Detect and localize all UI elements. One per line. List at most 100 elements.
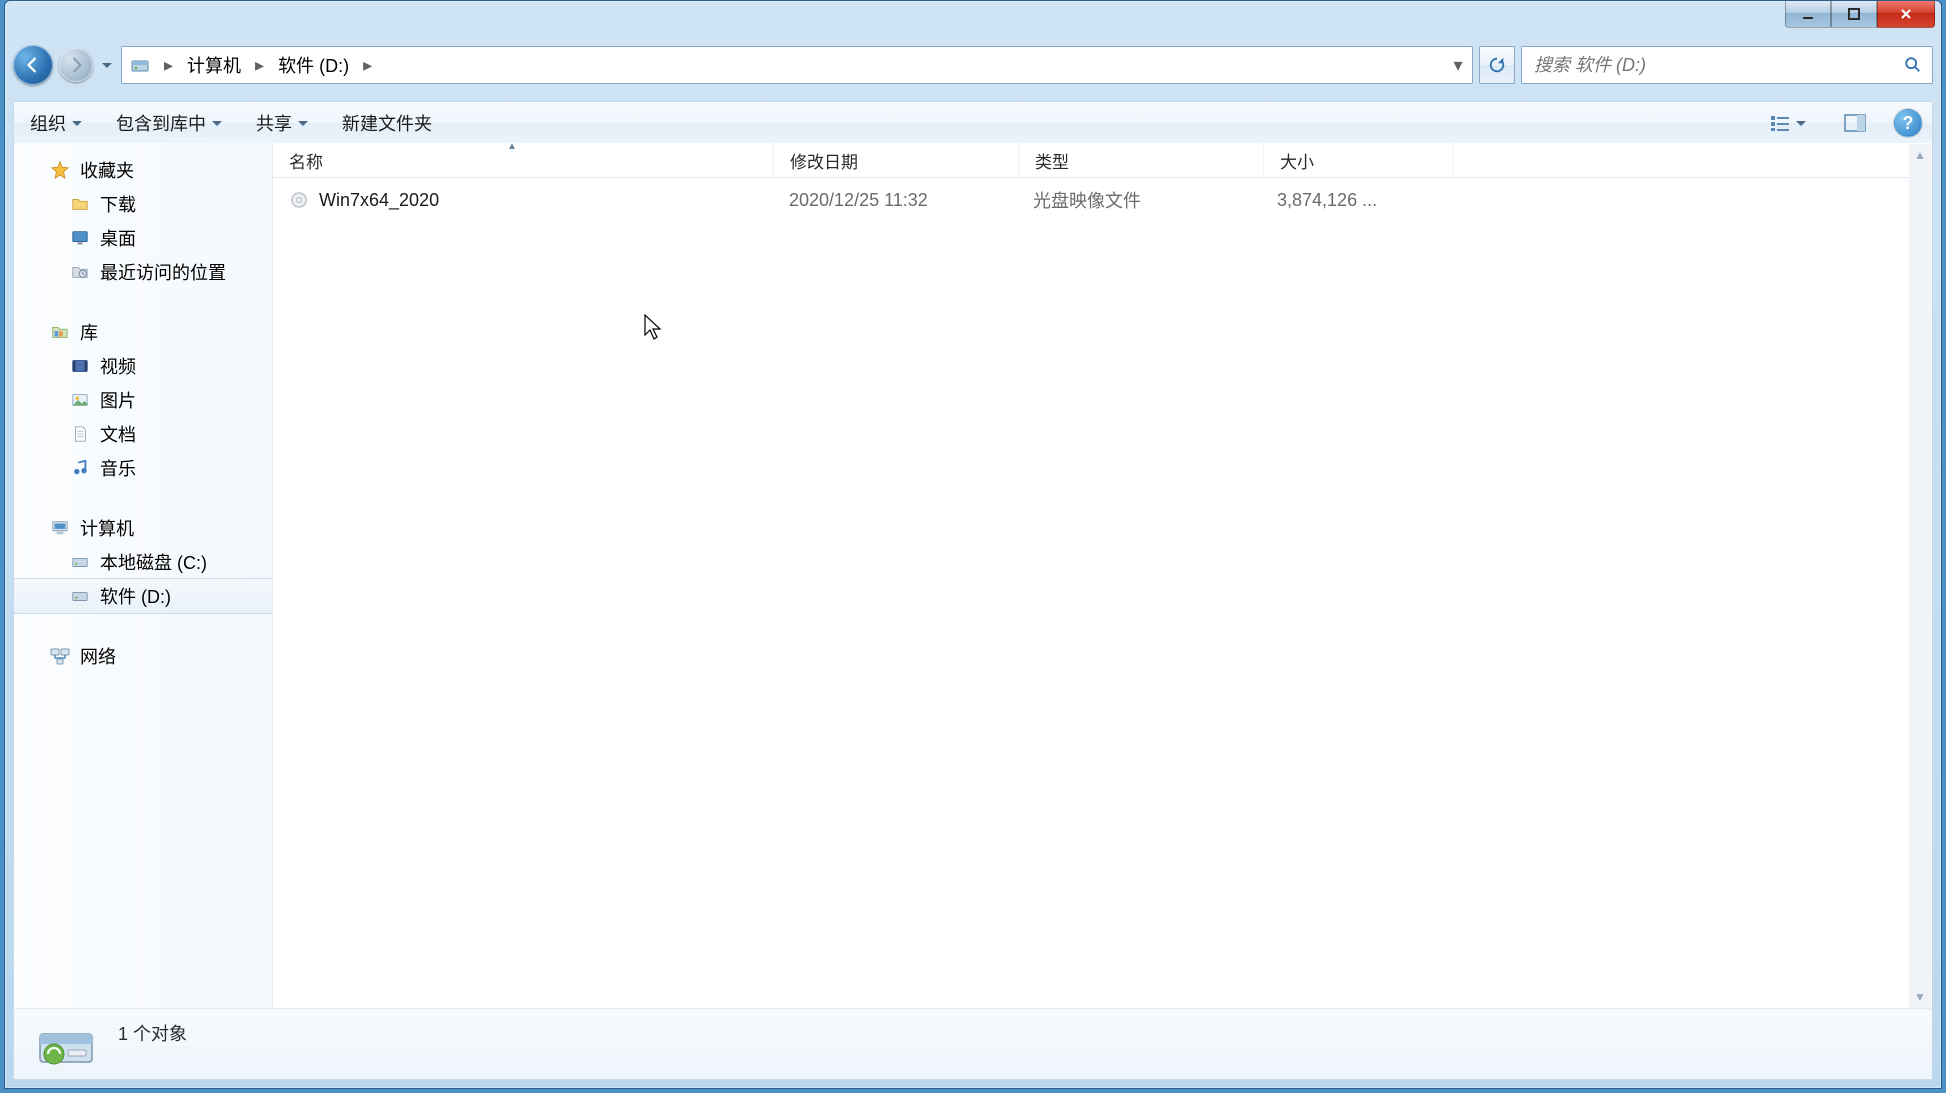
breadcrumb-sep-icon[interactable]: ▸ bbox=[249, 47, 270, 83]
file-list-area: 名称 ▲ 修改日期 类型 大小 Win7x64_2020 2020/12/25 bbox=[273, 143, 1932, 1009]
details-pane: 1 个对象 bbox=[13, 1008, 1933, 1080]
sidebar-item-music[interactable]: 音乐 bbox=[14, 451, 272, 485]
sidebar-item-desktop[interactable]: 桌面 bbox=[14, 221, 272, 255]
file-type: 光盘映像文件 bbox=[1033, 187, 1141, 213]
drive-large-icon bbox=[34, 1012, 98, 1076]
search-icon bbox=[1904, 56, 1922, 74]
scroll-up-icon[interactable]: ▲ bbox=[1914, 144, 1926, 166]
column-headers: 名称 ▲ 修改日期 类型 大小 bbox=[273, 143, 1932, 178]
computer-group: 计算机 本地磁盘 (C:) 软件 (D:) bbox=[14, 511, 272, 614]
favorites-group: 收藏夹 下载 桌面 最近访问的位置 bbox=[14, 153, 272, 289]
column-date-label: 修改日期 bbox=[790, 148, 858, 173]
breadcrumb-current[interactable]: 软件 (D:) bbox=[270, 47, 357, 83]
view-options-button[interactable] bbox=[1760, 108, 1816, 138]
iso-file-icon bbox=[289, 190, 309, 210]
libraries-icon bbox=[50, 322, 70, 342]
help-icon: ? bbox=[1903, 113, 1914, 134]
client-area: 收藏夹 下载 桌面 最近访问的位置 库 bbox=[13, 143, 1933, 1010]
file-name: Win7x64_2020 bbox=[319, 190, 439, 211]
file-rows[interactable]: Win7x64_2020 2020/12/25 11:32 光盘映像文件 3,8… bbox=[273, 178, 1932, 1009]
sidebar-item-videos[interactable]: 视频 bbox=[14, 349, 272, 383]
help-button[interactable]: ? bbox=[1894, 109, 1922, 137]
forward-button[interactable] bbox=[59, 48, 93, 82]
music-icon bbox=[70, 458, 90, 478]
network-group: 网络 bbox=[14, 639, 272, 673]
favorites-label: 收藏夹 bbox=[80, 157, 134, 183]
sidebar-item-software-d[interactable]: 软件 (D:) bbox=[14, 578, 272, 614]
new-folder-button[interactable]: 新建文件夹 bbox=[336, 106, 438, 140]
column-size[interactable]: 大小 bbox=[1264, 143, 1453, 177]
sidebar-item-favorites[interactable]: 收藏夹 bbox=[14, 153, 272, 187]
vertical-scrollbar[interactable]: ▲ ▼ bbox=[1909, 144, 1931, 1008]
breadcrumb-sep-icon[interactable]: ▸ bbox=[357, 47, 378, 83]
libraries-label: 库 bbox=[80, 319, 98, 345]
address-bar[interactable]: ▸ 计算机 ▸ 软件 (D:) ▸ ▾ bbox=[121, 46, 1473, 84]
file-date: 2020/12/25 11:32 bbox=[789, 190, 928, 211]
column-name-label: 名称 bbox=[289, 148, 323, 173]
video-icon bbox=[70, 356, 90, 376]
desktop-label: 桌面 bbox=[100, 225, 136, 251]
sort-indicator-icon: ▲ bbox=[507, 141, 517, 152]
column-name[interactable]: 名称 bbox=[273, 143, 774, 177]
network-icon bbox=[50, 646, 70, 666]
column-type-label: 类型 bbox=[1035, 148, 1069, 173]
libraries-group: 库 视频 图片 文档 音乐 bbox=[14, 315, 272, 485]
explorer-window: ▸ 计算机 ▸ 软件 (D:) ▸ ▾ 组织 包含到库中 共享 bbox=[4, 0, 1942, 1089]
history-dropdown[interactable] bbox=[99, 50, 115, 80]
search-box[interactable] bbox=[1521, 46, 1933, 84]
column-date[interactable]: 修改日期 bbox=[774, 143, 1019, 177]
computer-label: 计算机 bbox=[80, 515, 134, 541]
file-row[interactable]: Win7x64_2020 2020/12/25 11:32 光盘映像文件 3,8… bbox=[273, 184, 1932, 216]
pictures-icon bbox=[70, 390, 90, 410]
recent-icon bbox=[70, 262, 90, 282]
drive-icon bbox=[70, 552, 90, 572]
share-label: 共享 bbox=[256, 110, 292, 136]
pictures-label: 图片 bbox=[100, 387, 136, 413]
desktop-icon bbox=[70, 228, 90, 248]
recent-label: 最近访问的位置 bbox=[100, 259, 226, 285]
window-controls bbox=[1785, 1, 1935, 29]
file-size: 3,874,126 ... bbox=[1277, 190, 1377, 211]
breadcrumb-sep-icon[interactable]: ▸ bbox=[158, 47, 179, 83]
minimize-button[interactable] bbox=[1785, 1, 1831, 28]
close-button[interactable] bbox=[1877, 1, 1935, 28]
address-dropdown[interactable]: ▾ bbox=[1443, 47, 1472, 83]
documents-icon bbox=[70, 424, 90, 444]
preview-pane-button[interactable] bbox=[1838, 108, 1872, 138]
column-size-label: 大小 bbox=[1280, 148, 1314, 173]
navigation-bar: ▸ 计算机 ▸ 软件 (D:) ▸ ▾ bbox=[13, 43, 1933, 87]
drive-icon bbox=[70, 586, 90, 606]
music-label: 音乐 bbox=[100, 455, 136, 481]
scroll-down-icon[interactable]: ▼ bbox=[1914, 986, 1926, 1008]
sidebar-item-libraries[interactable]: 库 bbox=[14, 315, 272, 349]
computer-icon bbox=[50, 518, 70, 538]
disk-c-label: 本地磁盘 (C:) bbox=[100, 549, 207, 575]
include-label: 包含到库中 bbox=[116, 110, 206, 136]
sidebar-item-computer[interactable]: 计算机 bbox=[14, 511, 272, 545]
search-input[interactable] bbox=[1532, 54, 1904, 77]
new-folder-label: 新建文件夹 bbox=[342, 110, 432, 136]
refresh-button[interactable] bbox=[1479, 46, 1515, 84]
sidebar-item-documents[interactable]: 文档 bbox=[14, 417, 272, 451]
documents-label: 文档 bbox=[100, 421, 136, 447]
status-text: 1 个对象 bbox=[118, 1020, 187, 1046]
command-bar: 组织 包含到库中 共享 新建文件夹 ? bbox=[13, 101, 1933, 145]
include-in-library-menu[interactable]: 包含到库中 bbox=[110, 106, 228, 140]
organize-label: 组织 bbox=[30, 110, 66, 136]
folder-icon bbox=[70, 194, 90, 214]
breadcrumb-computer[interactable]: 计算机 bbox=[179, 47, 249, 83]
sidebar-item-recent[interactable]: 最近访问的位置 bbox=[14, 255, 272, 289]
sidebar-item-pictures[interactable]: 图片 bbox=[14, 383, 272, 417]
column-type[interactable]: 类型 bbox=[1019, 143, 1264, 177]
star-icon bbox=[50, 160, 70, 180]
organize-menu[interactable]: 组织 bbox=[24, 106, 88, 140]
sidebar-item-network[interactable]: 网络 bbox=[14, 639, 272, 673]
share-menu[interactable]: 共享 bbox=[250, 106, 314, 140]
back-button[interactable] bbox=[13, 45, 53, 85]
network-label: 网络 bbox=[80, 643, 116, 669]
sidebar-item-local-disk-c[interactable]: 本地磁盘 (C:) bbox=[14, 545, 272, 579]
maximize-button[interactable] bbox=[1831, 1, 1877, 28]
navigation-pane: 收藏夹 下载 桌面 最近访问的位置 库 bbox=[14, 143, 273, 1009]
videos-label: 视频 bbox=[100, 353, 136, 379]
sidebar-item-downloads[interactable]: 下载 bbox=[14, 187, 272, 221]
